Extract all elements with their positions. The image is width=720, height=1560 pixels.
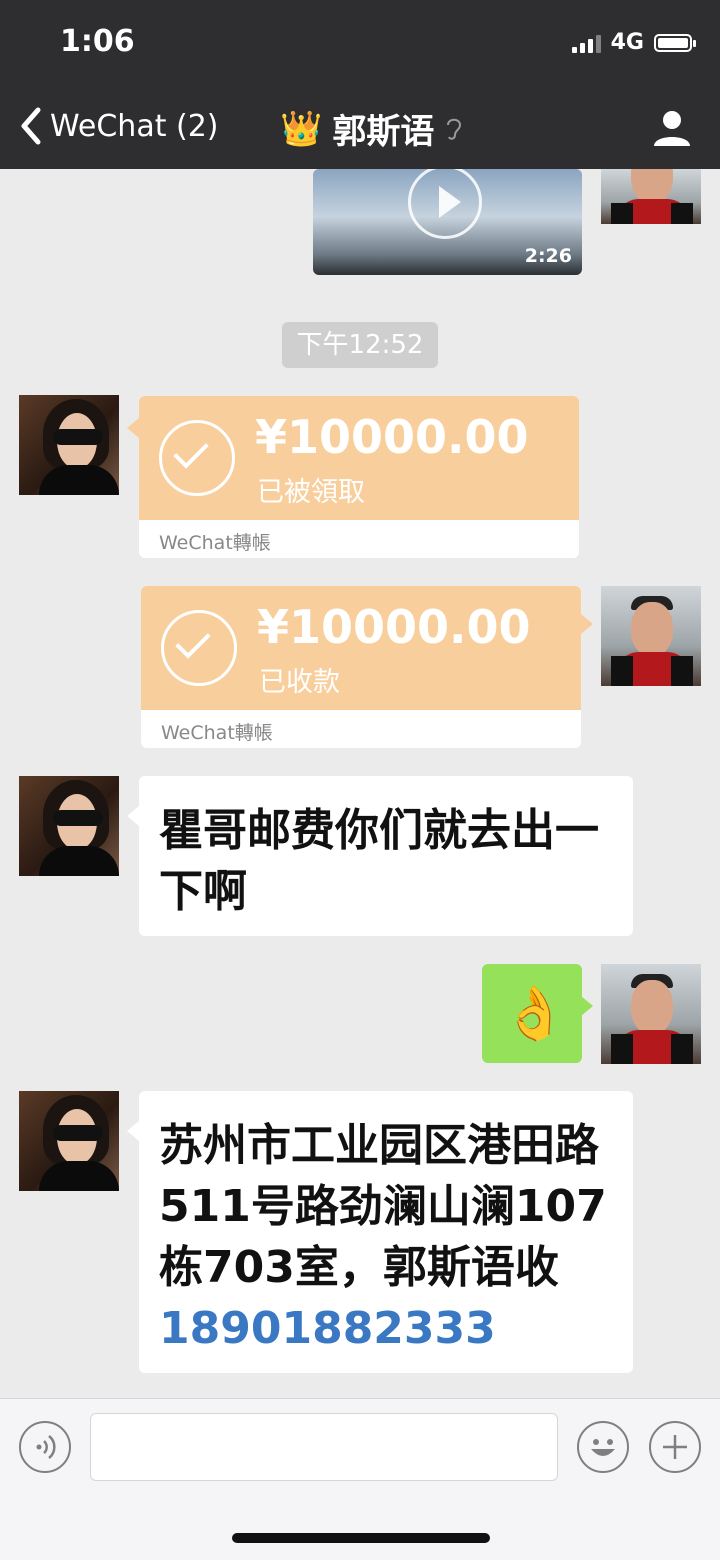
message-input[interactable] (90, 1413, 558, 1481)
message-bubble-emoji[interactable]: 👌 (482, 964, 582, 1063)
transfer-amount: ¥10000.00 (257, 600, 531, 654)
avatar-contact[interactable] (19, 776, 119, 876)
smiley-icon (591, 1439, 615, 1456)
transfer-status: 已被領取 (257, 477, 365, 508)
transfer-amount: ¥10000.00 (255, 410, 529, 464)
plus-icon (663, 1435, 687, 1459)
avatar-contact[interactable] (19, 1091, 119, 1191)
status-indicators: 4G (571, 30, 696, 55)
more-button[interactable] (649, 1421, 701, 1473)
message-bubble-address[interactable]: 苏州市工业园区港田路511号路劲澜山澜107栋703室，郭斯语收 18901882… (139, 1091, 633, 1373)
ok-hand-icon: 👌 (502, 984, 567, 1044)
message-bubble-text[interactable]: 瞿哥邮费你们就去出一下啊 (139, 776, 633, 936)
top-bar: 1:06 4G WeChat (2) 👑 郭斯语 (0, 0, 720, 169)
profile-icon[interactable] (652, 108, 692, 148)
transfer-footer: WeChat轉帳 (159, 532, 271, 554)
avatar-me[interactable] (601, 964, 701, 1064)
checkmark-icon (161, 610, 237, 686)
address-text: 苏州市工业园区港田路511号路劲澜山澜107栋703室，郭斯语收 (159, 1120, 607, 1293)
bubble-tail (127, 418, 139, 438)
battery-icon (654, 33, 696, 52)
timestamp: 下午12:52 (282, 322, 438, 368)
back-button[interactable]: WeChat (2) (18, 106, 219, 146)
video-duration: 2:26 (524, 245, 572, 267)
emoji-button[interactable] (577, 1421, 629, 1473)
avatar-me[interactable] (601, 586, 701, 686)
bubble-tail (581, 614, 593, 634)
page-title: 郭斯语 (332, 112, 435, 152)
avatar-me[interactable] (601, 169, 701, 224)
phone-link[interactable]: 18901882333 (159, 1303, 496, 1354)
video-message[interactable]: 2:26 (313, 169, 582, 275)
back-label: WeChat (2) (50, 108, 219, 144)
bubble-tail (581, 996, 593, 1016)
voice-button[interactable] (19, 1421, 71, 1473)
crown-icon: 👑 (280, 108, 323, 149)
bubble-tail (127, 1121, 139, 1141)
transfer-card-received[interactable]: ¥10000.00 已被領取 WeChat轉帳 (139, 396, 579, 558)
message-text: 瞿哥邮费你们就去出一下啊 (159, 805, 599, 917)
play-icon[interactable] (408, 169, 482, 239)
chat-title: 👑 郭斯语 (280, 104, 464, 153)
ear-icon (447, 118, 462, 140)
home-indicator[interactable] (232, 1533, 490, 1543)
avatar-contact[interactable] (19, 395, 119, 495)
voice-icon (36, 1435, 56, 1459)
transfer-status: 已收款 (259, 667, 340, 698)
transfer-card-accepted[interactable]: ¥10000.00 已收款 WeChat轉帳 (141, 586, 581, 748)
checkmark-icon (159, 420, 235, 496)
transfer-footer: WeChat轉帳 (161, 722, 273, 744)
bubble-tail (127, 806, 139, 826)
signal-icon (571, 33, 601, 53)
chevron-left-icon (21, 107, 41, 145)
network-label: 4G (610, 30, 644, 55)
status-time: 1:06 (60, 24, 135, 59)
